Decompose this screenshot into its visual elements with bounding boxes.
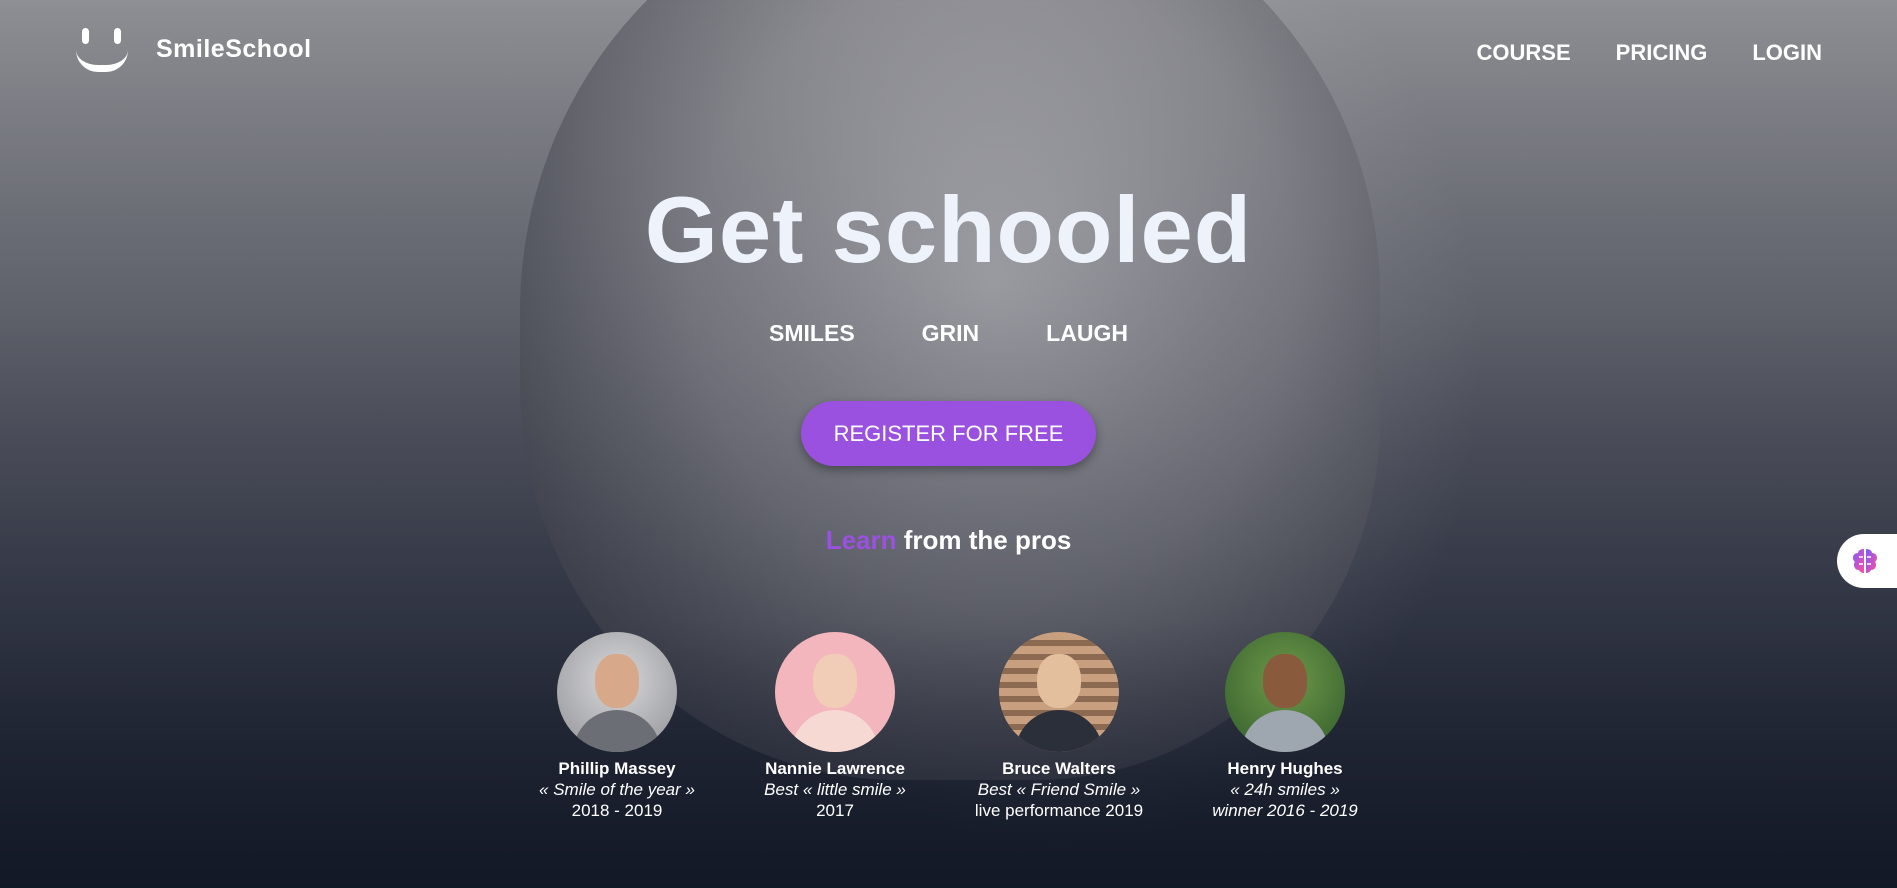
person-card: Bruce Walters Best « Friend Smile » live… bbox=[949, 632, 1169, 821]
person-name: Henry Hughes bbox=[1227, 759, 1343, 778]
person-card: Henry Hughes « 24h smiles » winner 2016 … bbox=[1175, 632, 1395, 821]
person-card: Phillip Massey « Smile of the year » 201… bbox=[507, 632, 727, 821]
person-card: Nannie Lawrence Best « little smile » 20… bbox=[725, 632, 945, 821]
nav-pricing[interactable]: PRICING bbox=[1616, 40, 1708, 66]
main-nav: COURSE PRICING LOGIN bbox=[1477, 40, 1822, 66]
person-year: winner 2016 - 2019 bbox=[1212, 801, 1358, 820]
pros-heading: Learn from the pros bbox=[0, 525, 1897, 556]
person-year: 2017 bbox=[816, 801, 854, 820]
avatar bbox=[775, 632, 895, 752]
person-name: Bruce Walters bbox=[1002, 759, 1116, 778]
nav-login[interactable]: LOGIN bbox=[1752, 40, 1822, 66]
pros-heading-accent: Learn bbox=[825, 525, 897, 555]
person-award: Best « little smile » bbox=[764, 780, 906, 799]
side-extension-tab[interactable] bbox=[1837, 534, 1897, 588]
tag-smiles: SMILES bbox=[769, 320, 855, 346]
person-year: 2018 - 2019 bbox=[571, 801, 663, 820]
person-year: live performance 2019 bbox=[974, 801, 1144, 820]
tag-laugh: LAUGH bbox=[1046, 320, 1128, 346]
avatar bbox=[1225, 632, 1345, 752]
hero-title: Get schooled bbox=[644, 177, 1253, 282]
brand-logo[interactable]: SmileSchool bbox=[74, 26, 312, 72]
person-award: « Smile of the year » bbox=[539, 780, 695, 799]
brand-name: SmileSchool bbox=[156, 34, 312, 63]
brain-icon bbox=[1853, 549, 1877, 573]
person-award: « 24h smiles » bbox=[1230, 780, 1340, 799]
hero-tags: SMILES GRIN LAUGH bbox=[0, 320, 1897, 347]
avatar bbox=[999, 632, 1119, 752]
tag-grin: GRIN bbox=[921, 320, 980, 346]
pros-heading-rest: from the pros bbox=[903, 525, 1072, 555]
register-button[interactable]: REGISTER FOR FREE bbox=[801, 401, 1096, 466]
nav-course[interactable]: COURSE bbox=[1477, 40, 1571, 66]
person-award: Best « Friend Smile » bbox=[977, 780, 1141, 799]
person-name: Phillip Massey bbox=[558, 759, 676, 778]
smile-logo-icon bbox=[74, 26, 132, 72]
person-name: Nannie Lawrence bbox=[765, 759, 905, 778]
avatar bbox=[557, 632, 677, 752]
